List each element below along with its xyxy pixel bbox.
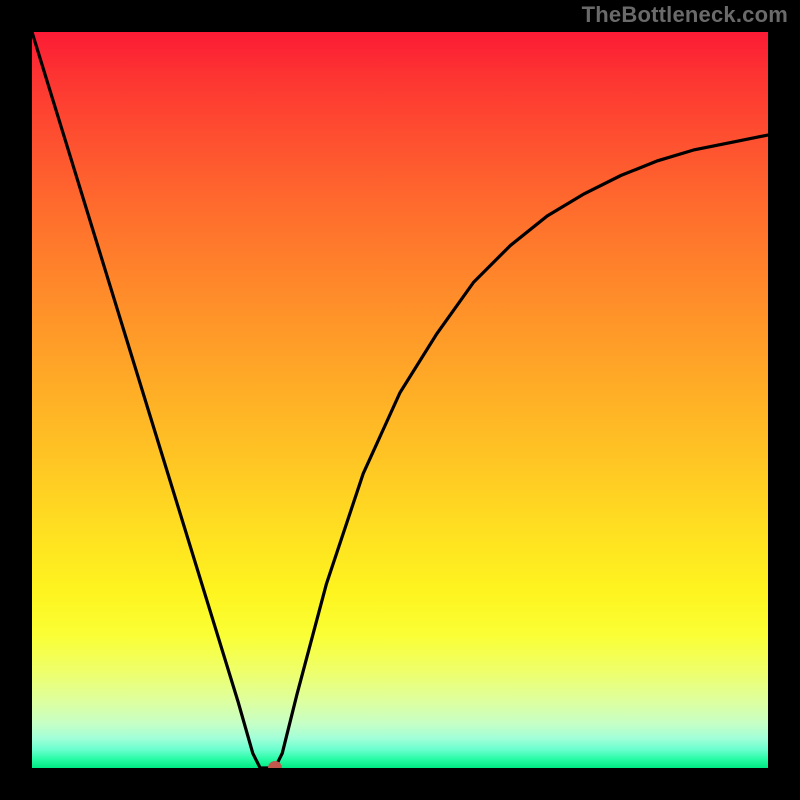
chart-frame: TheBottleneck.com	[0, 0, 800, 800]
curve-path	[32, 32, 768, 768]
watermark-text: TheBottleneck.com	[582, 2, 788, 28]
plot-area	[32, 32, 768, 768]
bottleneck-curve	[32, 32, 768, 768]
optimal-point-marker	[268, 761, 282, 768]
